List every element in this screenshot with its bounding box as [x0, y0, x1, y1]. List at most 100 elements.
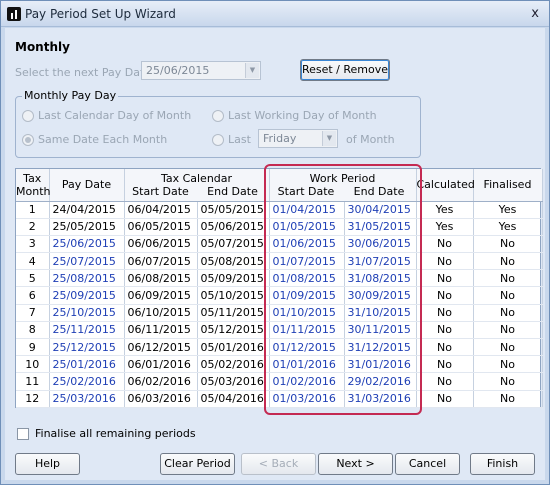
wizard-window: Pay Period Set Up Wizard x Monthly Selec…	[0, 0, 550, 485]
cell-tax-calendar-start: 06/07/2015	[124, 252, 198, 271]
weekday-select[interactable]: Friday ▼	[258, 129, 338, 148]
chevron-down-icon[interactable]: ▼	[245, 63, 259, 78]
col-pay-date[interactable]: Pay Date	[49, 169, 125, 202]
cell-finalised: No	[473, 304, 543, 322]
cell-pay-date: 25/10/2015	[49, 304, 125, 322]
table-row[interactable]: 4 25/07/2015 06/07/2015 05/08/2015 01/07/201…	[16, 252, 543, 271]
table-row[interactable]: 8 25/11/2015 06/11/2015 05/12/2015 01/11/201…	[16, 321, 543, 340]
cell-tax-calendar-end: 05/06/2015	[197, 218, 270, 236]
table-row[interactable]: 6 25/09/2015 06/09/2015 05/10/2015 01/09/201…	[16, 286, 543, 305]
table-header-row: Tax Month Pay Date Tax Calendar Start Da…	[16, 169, 543, 202]
group-title: Monthly Pay Day	[22, 89, 119, 102]
table-row[interactable]: 1 24/04/2015 06/04/2015 05/05/2015 01/04/201…	[16, 201, 543, 219]
cell-finalised: No	[473, 286, 543, 305]
col-tax-month[interactable]: Tax Month	[16, 169, 50, 202]
next-pay-date-label: Select the next Pay Date	[15, 66, 152, 79]
radio-last-calendar-day-label: Last Calendar Day of Month	[38, 109, 192, 122]
cell-finalised: No	[473, 338, 543, 357]
radio-last-working-day-label: Last Working Day of Month	[228, 109, 377, 122]
cell-tax-calendar-end: 05/10/2015	[197, 286, 270, 305]
cell-finalised: No	[473, 269, 543, 288]
reset-remove-button[interactable]: Reset / Remove	[300, 59, 390, 81]
cell-work-period-end: 31/12/2015	[344, 338, 417, 357]
cell-finalised: No	[473, 390, 543, 408]
cell-tax-calendar-start: 06/05/2015	[124, 218, 198, 236]
back-button[interactable]: < Back	[241, 453, 316, 475]
close-icon[interactable]: x	[531, 6, 539, 21]
table-row[interactable]: 11 25/02/2016 06/02/2016 05/03/2016 01/02/20…	[16, 372, 543, 391]
cell-pay-date: 25/11/2015	[49, 321, 125, 340]
chevron-down-icon[interactable]: ▼	[322, 131, 336, 146]
table-row[interactable]: 10 25/01/2016 06/01/2016 05/02/2016 01/01/20…	[16, 355, 543, 374]
cell-work-period-end: 30/11/2015	[344, 321, 417, 340]
cell-calculated: No	[416, 355, 474, 374]
finish-button[interactable]: Finish	[470, 453, 535, 475]
cell-tax-month: 9	[16, 338, 50, 357]
cell-finalised: No	[473, 355, 543, 374]
clear-period-button[interactable]: Clear Period	[160, 453, 235, 475]
help-button[interactable]: Help	[15, 453, 80, 475]
cell-work-period-end: 31/08/2015	[344, 269, 417, 288]
work-period-title: Work Period	[309, 171, 376, 185]
table-row[interactable]: 3 25/06/2015 06/06/2015 05/07/2015 01/06/201…	[16, 235, 543, 254]
cell-tax-month: 3	[16, 235, 50, 254]
cell-tax-calendar-start: 06/12/2015	[124, 338, 198, 357]
radio-last-calendar-day[interactable]	[22, 110, 34, 122]
cancel-button[interactable]: Cancel	[395, 453, 460, 475]
page-title: Monthly	[15, 40, 70, 54]
cell-work-period-end: 30/06/2015	[344, 235, 417, 254]
cell-work-period-start: 01/12/2015	[269, 338, 345, 357]
cell-tax-calendar-end: 05/07/2015	[197, 235, 270, 254]
next-pay-date-select[interactable]: 25/06/2015 ▼	[141, 61, 261, 80]
window-title: Pay Period Set Up Wizard	[25, 7, 176, 21]
col-tax-calendar[interactable]: Tax Calendar Start Date End Date	[124, 169, 270, 202]
finalise-all-label: Finalise all remaining periods	[35, 427, 196, 440]
pay-period-table: Tax Month Pay Date Tax Calendar Start Da…	[15, 168, 543, 408]
cell-tax-month: 12	[16, 390, 50, 408]
cell-tax-calendar-start: 06/10/2015	[124, 304, 198, 322]
next-button[interactable]: Next >	[318, 453, 393, 475]
tax-calendar-end-header: End Date	[207, 184, 258, 198]
cell-tax-month: 1	[16, 201, 50, 219]
cell-work-period-start: 01/01/2016	[269, 355, 345, 374]
cell-finalised: No	[473, 321, 543, 340]
col-work-period[interactable]: Work Period Start Date End Date	[269, 169, 417, 202]
radio-last-working-day[interactable]	[212, 110, 224, 122]
cell-tax-calendar-end: 05/05/2015	[197, 201, 270, 219]
col-calculated[interactable]: Calculated	[416, 169, 475, 202]
table-row[interactable]: 7 25/10/2015 06/10/2015 05/11/2015 01/10/201…	[16, 304, 543, 322]
table-row[interactable]: 12 25/03/2016 06/03/2016 05/04/2016 01/03/20…	[16, 390, 543, 408]
cell-tax-calendar-end: 05/04/2016	[197, 390, 270, 408]
cell-tax-month: 7	[16, 304, 50, 322]
cell-tax-calendar-start: 06/09/2015	[124, 286, 198, 305]
cell-finalised: Yes	[473, 201, 543, 219]
cell-work-period-end: 31/03/2016	[344, 390, 417, 408]
weekday-value: Friday	[263, 132, 297, 145]
cell-pay-date: 25/05/2015	[49, 218, 125, 236]
cell-tax-calendar-end: 05/08/2015	[197, 252, 270, 271]
cell-work-period-end: 31/01/2016	[344, 355, 417, 374]
table-row[interactable]: 9 25/12/2015 06/12/2015 05/01/2016 01/12/201…	[16, 338, 543, 357]
radio-same-date-each-month[interactable]	[22, 134, 34, 146]
cell-calculated: No	[416, 372, 474, 391]
wizard-body: Monthly Select the next Pay Date 25/06/2…	[5, 28, 545, 480]
of-month-label: of Month	[346, 133, 395, 146]
radio-last-label: Last	[228, 133, 251, 146]
cell-work-period-end: 31/05/2015	[344, 218, 417, 236]
cell-pay-date: 25/06/2015	[49, 235, 125, 254]
col-finalised[interactable]: Finalised	[473, 169, 543, 202]
cell-pay-date: 25/02/2016	[49, 372, 125, 391]
finalise-all-checkbox[interactable]	[17, 428, 29, 440]
cell-tax-month: 5	[16, 269, 50, 288]
cell-pay-date: 25/03/2016	[49, 390, 125, 408]
cell-pay-date: 25/12/2015	[49, 338, 125, 357]
app-chart-icon	[7, 7, 21, 21]
cell-work-period-start: 01/11/2015	[269, 321, 345, 340]
table-row[interactable]: 5 25/08/2015 06/08/2015 05/09/2015 01/08/201…	[16, 269, 543, 288]
radio-last-weekday[interactable]	[212, 134, 224, 146]
table-row[interactable]: 2 25/05/2015 06/05/2015 05/06/2015 01/05/201…	[16, 218, 543, 236]
cell-tax-month: 2	[16, 218, 50, 236]
cell-tax-calendar-start: 06/01/2016	[124, 355, 198, 374]
cell-tax-calendar-end: 05/01/2016	[197, 338, 270, 357]
title-bar: Pay Period Set Up Wizard x	[1, 1, 549, 27]
